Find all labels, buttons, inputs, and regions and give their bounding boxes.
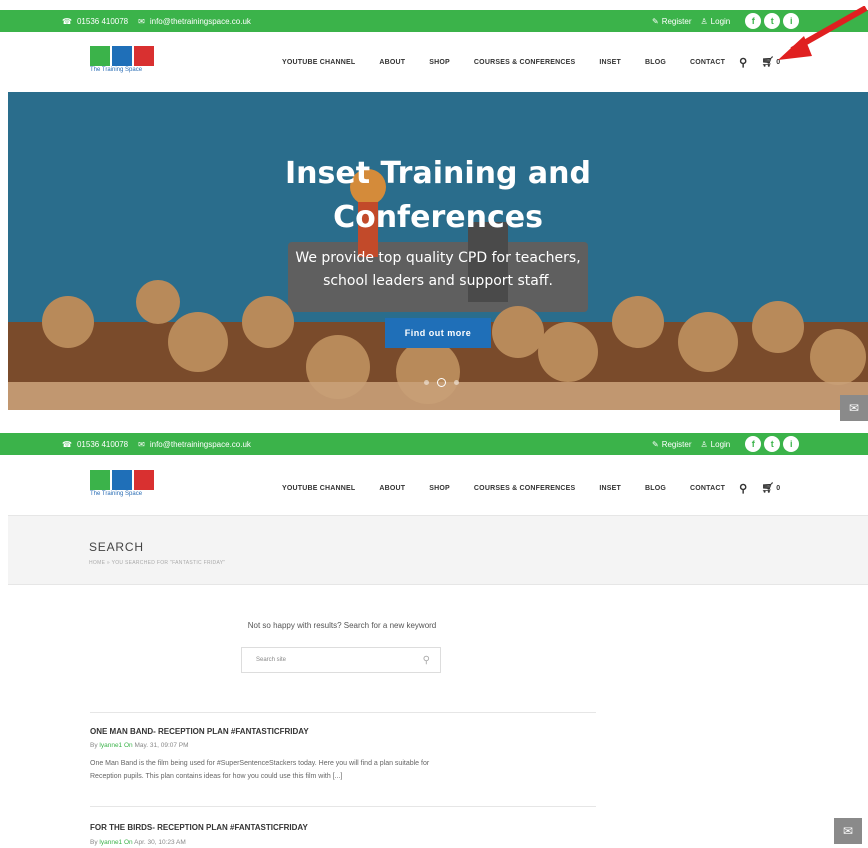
divider [90, 806, 596, 807]
nav-inset[interactable]: INSET [599, 485, 621, 492]
nav-contact[interactable]: CONTACT [690, 485, 725, 492]
slider-dot[interactable] [424, 380, 429, 385]
search-icon[interactable]: ⚲ [423, 655, 430, 666]
email-link[interactable]: ✉ info@thetrainingspace.co.uk [138, 440, 251, 449]
result-date: Apr. 30, 10:23 AM [134, 839, 186, 846]
user-icon: ♙ [700, 439, 708, 449]
logo-red-square [134, 470, 154, 490]
pencil-icon: ✎ [652, 439, 659, 449]
result-author[interactable]: lyanne1 [99, 742, 122, 749]
mail-icon: ✉ [138, 439, 145, 449]
mail-icon: ✉ [842, 824, 854, 838]
result-author[interactable]: lyanne1 [99, 839, 122, 846]
slider-dot-active[interactable] [437, 378, 446, 387]
result-meta: By lyanne1 On Apr. 30, 10:23 AM [90, 839, 186, 846]
logo-red-square [134, 46, 154, 66]
nav-youtube-channel[interactable]: YOUTUBE CHANNEL [282, 485, 355, 492]
phone-icon: ☎ [62, 16, 72, 26]
phone-link[interactable]: ☎ 01536 410078 [62, 440, 128, 449]
register-link[interactable]: ✎ Register [652, 17, 692, 26]
instagram-icon[interactable]: i [783, 436, 800, 452]
slider-dot[interactable] [454, 380, 459, 385]
search-input[interactable]: Search site ⚲ [241, 647, 441, 673]
top-contact-bar-2: ☎ 01536 410078 ✉ info@thetrainingspace.co.… [0, 433, 868, 455]
result-excerpt: One Man Band is the film being used for … [90, 760, 430, 780]
search-icon[interactable]: ⚲ [739, 56, 747, 69]
twitter-icon[interactable]: t [764, 436, 781, 452]
nav-blog[interactable]: BLOG [645, 485, 666, 492]
nav-shop[interactable]: SHOP [429, 485, 450, 492]
top-contact-bar: ☎ 01536 410078 ✉ info@thetrainingspace.co.… [0, 10, 868, 32]
slider-dots [424, 378, 459, 387]
cart-count: 0 [776, 485, 781, 492]
logo-text: The Training Space [90, 491, 143, 497]
hero-banner: Inset Training and Conferences We provide… [8, 92, 868, 410]
email-link[interactable]: ✉ info@thetrainingspace.co.uk [138, 17, 251, 26]
nav-courses[interactable]: COURSES & CONFERENCES [474, 485, 575, 492]
result-meta: By lyanne1 On May. 31, 09:07 PM [90, 742, 189, 749]
hero-subtitle: We provide top quality CPD for teachers,… [295, 250, 581, 289]
facebook-icon[interactable]: f [745, 436, 762, 452]
mail-icon: ✉ [848, 401, 860, 415]
phone-link[interactable]: ☎ 01536 410078 [62, 17, 128, 26]
breadcrumb[interactable]: HOME » YOU SEARCHED FOR "FANTASTIC FRIDA… [89, 560, 225, 566]
logo-green-square [90, 46, 110, 66]
search-placeholder: Search site [256, 657, 287, 663]
logo-text: The Training Space [90, 67, 143, 73]
site-header: The Training Space YOUTUBE CHANNEL ABOUT… [0, 32, 868, 84]
logo-green-square [90, 470, 110, 490]
site-header-2: The Training Space YOUTUBE CHANNEL ABOUT… [0, 457, 868, 509]
main-nav: YOUTUBE CHANNEL ABOUT SHOP COURSES & CON… [282, 56, 780, 69]
search-page-header: SEARCH HOME » YOU SEARCHED FOR "FANTASTI… [8, 515, 868, 585]
page-title: SEARCH [89, 540, 144, 554]
result-title[interactable]: FOR THE BIRDS- RECEPTION PLAN #FANTASTIC… [90, 823, 308, 832]
site-logo[interactable]: The Training Space [90, 470, 154, 502]
hero-title: Inset Training and Conferences [285, 156, 591, 235]
result-title[interactable]: ONE MAN BAND- RECEPTION PLAN #FANTASTICF… [90, 727, 309, 736]
user-icon: ♙ [700, 16, 708, 26]
logo-blue-square [112, 470, 132, 490]
register-link[interactable]: ✎ Register [652, 440, 692, 449]
facebook-icon[interactable]: f [745, 13, 762, 29]
nav-blog[interactable]: BLOG [645, 59, 666, 66]
nav-youtube-channel[interactable]: YOUTUBE CHANNEL [282, 59, 355, 66]
pencil-icon: ✎ [652, 16, 659, 26]
divider [90, 712, 596, 713]
nav-about[interactable]: ABOUT [379, 59, 405, 66]
login-link[interactable]: ♙ Login [701, 17, 731, 26]
contact-mail-tab[interactable]: ✉ [834, 818, 862, 844]
nav-contact[interactable]: CONTACT [690, 59, 725, 66]
logo-blue-square [112, 46, 132, 66]
site-logo[interactable]: The Training Space [90, 46, 154, 78]
search-icon[interactable]: ⚲ [739, 482, 747, 495]
nav-courses[interactable]: COURSES & CONFERENCES [474, 59, 575, 66]
contact-mail-tab[interactable]: ✉ [840, 395, 868, 421]
result-date: May. 31, 09:07 PM [134, 742, 189, 749]
login-link[interactable]: ♙ Login [701, 440, 731, 449]
find-out-more-button[interactable]: Find out more [385, 318, 491, 348]
nav-about[interactable]: ABOUT [379, 485, 405, 492]
nav-shop[interactable]: SHOP [429, 59, 450, 66]
retry-search-text: Not so happy with results? Search for a … [247, 621, 437, 630]
phone-icon: ☎ [62, 439, 72, 449]
nav-inset[interactable]: INSET [599, 59, 621, 66]
annotation-arrow [778, 6, 868, 60]
main-nav: YOUTUBE CHANNEL ABOUT SHOP COURSES & CON… [282, 482, 780, 495]
cart-icon[interactable]: 🛒︎ [761, 483, 774, 494]
mail-icon: ✉ [138, 16, 145, 26]
